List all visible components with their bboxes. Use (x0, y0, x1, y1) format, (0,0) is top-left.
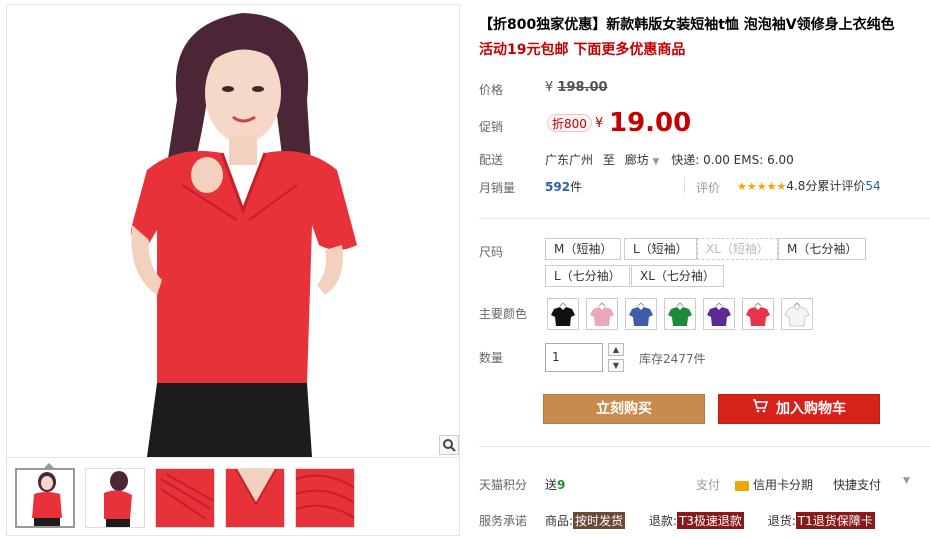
points-info: 送9 (545, 476, 565, 493)
product-title: 【折800独家优惠】新款韩版女装短袖t恤 泡泡袖V领修身上衣纯色 (479, 17, 895, 33)
divider (684, 177, 685, 193)
product-main-image[interactable] (7, 5, 459, 457)
sales-count-unit: 件 (570, 180, 583, 194)
promo-badge: 折800 (547, 114, 592, 132)
price-value: 198.00 (557, 80, 608, 95)
original-price: ¥ 198.00 (545, 80, 608, 95)
product-gallery (6, 4, 460, 536)
sales-label: 月销量 (479, 181, 516, 195)
size-option-m-long[interactable]: M（七分袖） (778, 238, 867, 260)
quantity-up-icon[interactable]: ▲ (608, 343, 624, 356)
thumbnail-3[interactable] (155, 468, 215, 528)
shipping-info: 广东广州 至 廊坊 ▼ 快递: 0.00 EMS: 6.00 (545, 151, 794, 168)
service-label: 服务承诺 (479, 514, 528, 528)
size-label: 尺码 (479, 245, 504, 259)
buy-now-button[interactable]: 立刻购买 (543, 394, 705, 424)
divider (479, 218, 930, 219)
goods-label: 商品: (545, 514, 574, 528)
thumbnail-5[interactable] (295, 468, 355, 528)
points-label: 天猫积分 (479, 478, 528, 492)
shipping-from: 广东广州 (545, 153, 594, 167)
review-count: 54 (865, 179, 881, 193)
chevron-down-icon[interactable]: ▼ (653, 157, 660, 167)
sales-count: 592件 (545, 178, 582, 195)
rating-stars-icon: ★★★★★ (737, 180, 787, 193)
review-label: 评价 (696, 181, 721, 195)
add-to-cart-button[interactable]: 加入购物车 (718, 394, 880, 424)
promo-currency: ¥ (595, 116, 604, 131)
rating-score: 4.8分 (786, 179, 818, 193)
shipping-to-word: 至 (602, 153, 615, 167)
color-swatch-5[interactable] (703, 298, 735, 330)
credit-card-icon (735, 480, 749, 491)
points-send: 送 (545, 478, 558, 492)
shipping-detail: 快递: 0.00 EMS: 6.00 (671, 153, 794, 167)
add-to-cart-label: 加入购物车 (776, 401, 846, 417)
review-count-label: 累计评价 (817, 179, 866, 193)
return-label: 退货: (767, 514, 796, 528)
price-currency: ¥ (545, 80, 554, 95)
size-option-l-long[interactable]: L（七分袖） (545, 265, 630, 287)
quick-pay[interactable]: 快捷支付 (833, 476, 881, 493)
refund-label: 退款: (648, 514, 677, 528)
promo-label: 促销 (479, 120, 504, 134)
shipping-label: 配送 (479, 153, 504, 167)
shipping-destination[interactable]: 廊坊 (625, 153, 649, 167)
points-value: 9 (557, 478, 566, 492)
color-swatch-2[interactable] (586, 298, 618, 330)
color-label: 主要颜色 (479, 307, 528, 321)
zoom-icon[interactable] (439, 435, 459, 455)
size-option-xl-long[interactable]: XL（七分袖） (631, 265, 724, 287)
color-swatch-7[interactable] (781, 298, 813, 330)
thumbnail-strip (7, 457, 459, 535)
color-swatch-1[interactable] (547, 298, 579, 330)
color-swatch-3[interactable] (625, 298, 657, 330)
size-option-m-short[interactable]: M（短袖） (545, 238, 622, 260)
color-swatch-6[interactable] (742, 298, 774, 330)
color-swatch-4[interactable] (664, 298, 696, 330)
thumbnail-1[interactable] (15, 468, 75, 528)
thumbnail-2[interactable] (85, 468, 145, 528)
quantity-label: 数量 (479, 351, 504, 365)
credit-installment-label: 信用卡分期 (753, 478, 814, 492)
review-summary[interactable]: ★★★★★4.8分累计评价54 (737, 177, 881, 194)
product-subtitle[interactable]: 活动19元包邮 下面更多优惠商品 (479, 39, 685, 59)
thumbnail-4[interactable] (225, 468, 285, 528)
refund-tag[interactable]: T3极速退款 (676, 512, 744, 529)
service-commitments: 商品: 按时发货 退款: T3极速退款 退货: T1退货保障卡 (545, 512, 875, 529)
price-label: 价格 (479, 83, 504, 97)
goods-tag[interactable]: 按时发货 (573, 512, 626, 529)
chevron-down-icon[interactable]: ▼ (903, 476, 910, 486)
promo-price: 19.00 (609, 108, 692, 138)
stock-info: 库存2477件 (639, 352, 706, 366)
size-option-l-short[interactable]: L（短袖） (624, 238, 697, 260)
product-info: 【折800独家优惠】新款韩版女装短袖t恤 泡泡袖V领修身上衣纯色 活动19元包邮… (479, 0, 930, 539)
return-tag[interactable]: T1退货保障卡 (795, 512, 875, 529)
credit-installment[interactable]: 信用卡分期 (735, 476, 813, 493)
size-option-xl-short[interactable]: XL（短袖） (697, 238, 778, 260)
quantity-down-icon[interactable]: ▼ (608, 359, 624, 372)
sales-count-value: 592 (545, 180, 571, 194)
pay-label: 支付 (696, 478, 721, 492)
quantity-input[interactable]: 1 (545, 343, 603, 372)
cart-icon (752, 395, 769, 423)
divider (479, 446, 930, 447)
